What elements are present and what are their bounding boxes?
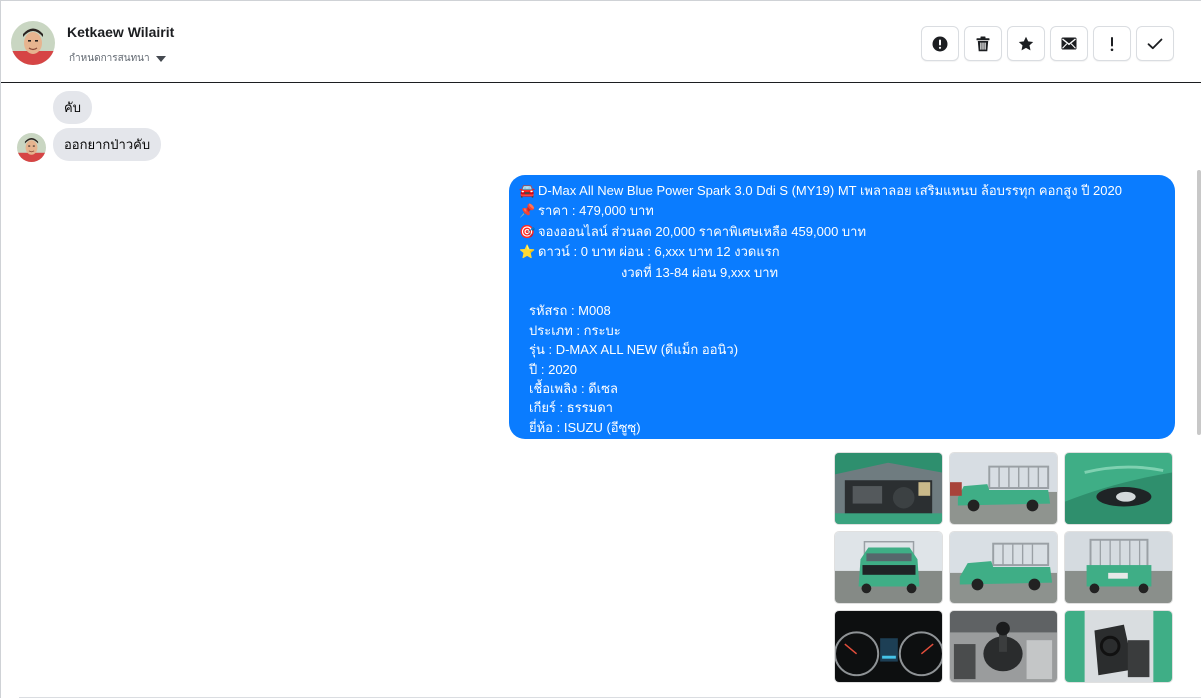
incoming-message-bubble[interactable]: คับ <box>53 91 92 124</box>
caret-down-icon <box>155 55 166 62</box>
message-line: รหัสรถ : M008 <box>529 303 611 319</box>
mark-done-button[interactable] <box>1136 26 1174 61</box>
car-emoji-icon: 🚘 <box>519 184 536 199</box>
message-line: เชื้อเพลิง : ดีเซล <box>529 381 618 397</box>
message-thread[interactable]: คับ ออกยากป่าวคับ 🚘 D-Max All New Blue Po… <box>1 84 1201 698</box>
alert-circle-icon <box>932 36 948 51</box>
message-line: ยี่ห้อ : ISUZU (อีซูซุ) <box>529 419 641 435</box>
sender-avatar[interactable] <box>17 133 46 162</box>
envelope-icon <box>1061 37 1077 50</box>
message-line: รุ่น : D-MAX ALL NEW (ดีแม็ก ออนิว) <box>529 342 739 358</box>
delete-button[interactable] <box>964 26 1002 61</box>
photo-thumbnail-fog-light[interactable] <box>1064 452 1173 525</box>
message-line: 📌 ราคา : 479,000 บาท <box>519 201 1165 221</box>
photo-thumbnail-truck-rear[interactable] <box>1064 531 1173 604</box>
message-line-text: ราคา : 479,000 บาท <box>538 203 654 219</box>
exclamation-icon <box>1110 36 1114 51</box>
star-icon <box>1018 36 1034 50</box>
assign-conversation-dropdown[interactable]: กำหนดการสนทนา <box>69 51 166 66</box>
photo-thumbnail-truck-side[interactable] <box>949 531 1058 604</box>
outgoing-message-bubble[interactable]: 🚘 D-Max All New Blue Power Spark 3.0 Ddi … <box>509 175 1175 439</box>
message-line-text: D-Max All New Blue Power Spark 3.0 Ddi S… <box>538 183 1122 198</box>
follow-up-button[interactable] <box>1093 26 1131 61</box>
conversation-header: Ketkaew Wilairit กำหนดการสนทนา <box>1 1 1201 83</box>
mark-unread-button[interactable] <box>1050 26 1088 61</box>
assign-conversation-label: กำหนดการสนทนา <box>69 53 150 64</box>
message-line: งวดที่ 13-84 ผ่อน 9,xxx บาท <box>621 264 779 280</box>
photo-thumbnail-interior[interactable] <box>1064 610 1173 683</box>
photo-thumbnail-gear-shifter[interactable] <box>949 610 1058 683</box>
message-line: ⭐ ดาวน์ : 0 บาท ผ่อน : 6,xxx บาท 12 งวดแร… <box>519 242 1165 262</box>
photo-thumbnail-truck-side-cage[interactable] <box>949 452 1058 525</box>
message-line-blank <box>519 282 1165 301</box>
contact-avatar[interactable] <box>11 21 55 65</box>
trash-icon <box>976 36 990 51</box>
message-line: 🚘 D-Max All New Blue Power Spark 3.0 Ddi … <box>519 181 1165 201</box>
pushpin-emoji-icon: 📌 <box>519 204 536 220</box>
message-line-text: ดาวน์ : 0 บาท ผ่อน : 6,xxx บาท 12 งวดแรก <box>538 244 780 260</box>
star-button[interactable] <box>1007 26 1045 61</box>
target-emoji-icon: 🎯 <box>519 224 536 240</box>
message-line: 🎯 จองออนไลน์ ส่วนลด 20,000 ราคาพิเศษเหลือ… <box>519 222 1165 242</box>
photo-thumbnail-engine-bay[interactable] <box>834 452 943 525</box>
check-icon <box>1147 38 1163 49</box>
star-emoji-icon: ⭐ <box>519 245 536 261</box>
contact-name[interactable]: Ketkaew Wilairit <box>67 24 174 40</box>
message-line: ปี : 2020 <box>529 361 578 377</box>
incoming-message-bubble[interactable]: ออกยากป่าวคับ <box>53 128 162 161</box>
photo-thumbnail-truck-front[interactable] <box>834 531 943 604</box>
photo-gallery <box>834 452 1174 683</box>
photo-thumbnail-dashboard[interactable] <box>834 610 943 683</box>
message-line-text: จองออนไลน์ ส่วนลด 20,000 ราคาพิเศษเหลือ … <box>538 223 867 239</box>
spam-button[interactable] <box>921 26 959 61</box>
message-line: เกียร์ : ธรรมดา <box>529 400 613 416</box>
message-line: ประเภท : กระบะ <box>529 322 621 338</box>
thread-scrollbar[interactable] <box>1197 170 1201 435</box>
conversation-actions-toolbar <box>921 26 1174 61</box>
conversation-window: Ketkaew Wilairit กำหนดการสนทนา คับ ออกยา… <box>0 0 1201 698</box>
